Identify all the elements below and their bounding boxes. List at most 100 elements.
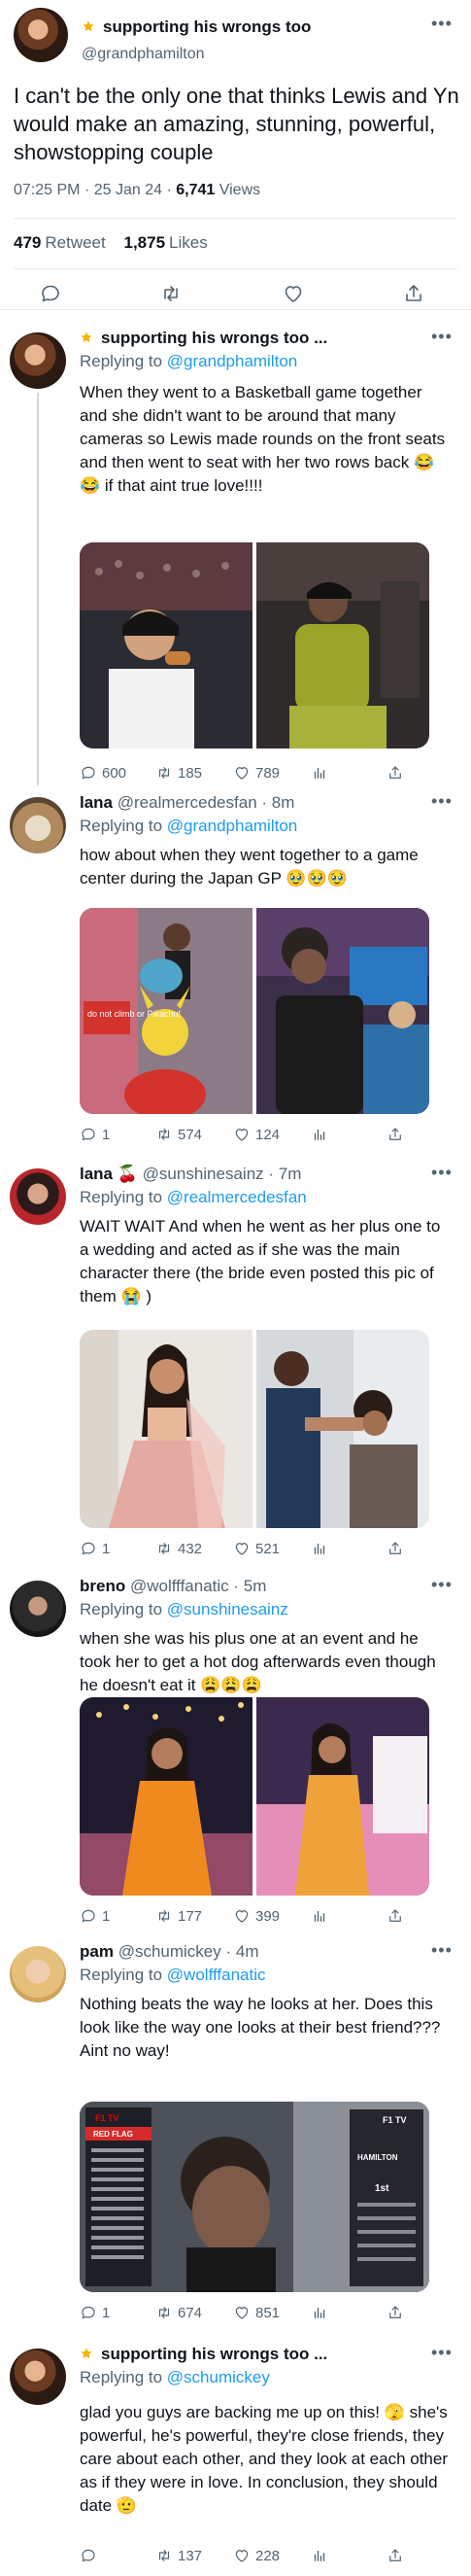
avatar[interactable] xyxy=(14,8,68,62)
mention-link[interactable]: @realmercedesfan xyxy=(167,1188,307,1206)
more-options-icon[interactable]: ••• xyxy=(431,1575,453,1595)
analytics-button[interactable] xyxy=(311,2547,328,2564)
reply-header[interactable]: lana @realmercedesfan · 8m xyxy=(80,793,294,813)
avatar[interactable] xyxy=(10,332,66,389)
photo-wedding-guest[interactable] xyxy=(80,1330,252,1528)
media-gallery[interactable] xyxy=(80,1697,429,1896)
likes-stat[interactable]: 1,875 Likes xyxy=(123,233,207,252)
tweet-date[interactable]: 25 Jan 24 xyxy=(94,182,162,198)
analytics-button[interactable] xyxy=(311,1540,328,1557)
mention-link[interactable]: @wolfffanatic xyxy=(167,1966,266,1984)
heart-icon[interactable] xyxy=(282,282,305,305)
analytics-button[interactable] xyxy=(311,1907,328,1925)
reply-header[interactable]: supporting his wrongs too ... xyxy=(80,329,327,348)
display-name: pam xyxy=(80,1942,114,1961)
more-options-icon[interactable]: ••• xyxy=(431,327,453,347)
like-button[interactable]: 851 xyxy=(233,2304,280,2321)
reply-button[interactable]: 600 xyxy=(80,764,126,782)
reply-tweet: breno @wolfffanatic · 5m ••• Replying to… xyxy=(0,1575,471,1927)
mention-link[interactable]: @grandphamilton xyxy=(167,817,297,835)
share-button[interactable] xyxy=(387,1540,404,1557)
like-button[interactable]: 789 xyxy=(233,764,280,782)
share-button[interactable] xyxy=(387,1907,404,1925)
retweet-button[interactable]: 574 xyxy=(155,1126,202,1143)
media-gallery[interactable]: do not climb or Pikachu! xyxy=(80,908,429,1114)
share-icon[interactable] xyxy=(402,282,425,305)
share-icon xyxy=(387,2547,404,2564)
analytics-button[interactable] xyxy=(311,764,328,782)
avatar[interactable] xyxy=(10,2349,66,2405)
reply-header[interactable]: breno @wolfffanatic · 5m xyxy=(80,1577,266,1596)
more-options-icon[interactable]: ••• xyxy=(431,1163,453,1183)
comment-count: 1 xyxy=(102,1540,111,1557)
reply-button[interactable]: 1 xyxy=(80,1540,110,1557)
reply-header[interactable]: lana 🍒 @sunshinesainz · 7m xyxy=(80,1165,301,1184)
reply-header[interactable]: supporting his wrongs too ... xyxy=(80,2345,327,2364)
reply-tweet: supporting his wrongs too ... ••• Replyi… xyxy=(0,327,471,785)
mention-link[interactable]: @grandphamilton xyxy=(167,352,297,370)
tweet-time[interactable]: 07:25 PM xyxy=(14,182,80,198)
display-name: supporting his wrongs too ... xyxy=(101,2345,328,2363)
share-button[interactable] xyxy=(387,1126,404,1143)
mention-link[interactable]: @sunshinesainz xyxy=(167,1600,288,1619)
more-options-icon[interactable]: ••• xyxy=(431,791,453,812)
author-handle[interactable]: @grandphamilton xyxy=(82,46,205,63)
star-icon xyxy=(80,331,93,344)
share-button[interactable] xyxy=(387,2304,404,2321)
analytics-button[interactable] xyxy=(311,2304,328,2321)
retweet-button[interactable]: 137 xyxy=(155,2547,202,2564)
analytics-button[interactable] xyxy=(311,1126,328,1143)
retweet-icon xyxy=(155,1907,173,1925)
media-gallery[interactable] xyxy=(80,1330,429,1528)
replying-to: Replying to @schumickey xyxy=(80,2368,270,2387)
like-button[interactable]: 399 xyxy=(233,1907,280,1925)
photo-arcade[interactable] xyxy=(256,908,429,1114)
like-button[interactable]: 521 xyxy=(233,1540,280,1557)
analytics-icon xyxy=(311,1907,328,1925)
heart-icon xyxy=(233,1126,251,1143)
mention-link[interactable]: @schumickey xyxy=(167,2368,270,2386)
more-options-icon[interactable]: ••• xyxy=(431,14,453,34)
retweet-button[interactable]: 185 xyxy=(155,764,202,782)
avatar[interactable] xyxy=(10,797,66,853)
more-options-icon[interactable]: ••• xyxy=(431,2343,453,2363)
reply-tweet: pam @schumickey · 4m ••• Replying to @wo… xyxy=(0,1940,471,2329)
share-button[interactable] xyxy=(387,2547,404,2564)
photo-wedding-pair[interactable] xyxy=(256,1330,429,1528)
reply-button[interactable]: 1 xyxy=(80,1907,110,1925)
photo-event-night[interactable] xyxy=(80,1697,252,1896)
more-options-icon[interactable]: ••• xyxy=(431,1940,453,1961)
avatar[interactable] xyxy=(10,1581,66,1637)
photo-f1-broadcast[interactable]: F1 TV RED FLAG F1 TV HAMILTON 1st xyxy=(80,2102,429,2292)
share-icon xyxy=(387,1126,404,1143)
display-name: supporting his wrongs too xyxy=(103,17,312,36)
reply-button[interactable]: 1 xyxy=(80,1126,110,1143)
media-gallery[interactable] xyxy=(80,542,429,748)
retweet-button[interactable]: 432 xyxy=(155,1540,202,1557)
retweet-icon[interactable] xyxy=(159,282,183,305)
author-name[interactable]: supporting his wrongs too xyxy=(82,17,311,37)
like-button[interactable]: 228 xyxy=(233,2547,280,2564)
handle-time: @realmercedesfan · 8m xyxy=(117,793,295,812)
like-button[interactable]: 124 xyxy=(233,1126,280,1143)
retweet-button[interactable]: 674 xyxy=(155,2304,202,2321)
share-button[interactable] xyxy=(387,764,404,782)
avatar[interactable] xyxy=(10,1168,66,1225)
retweets-label: Retweet xyxy=(45,233,106,252)
media-gallery[interactable]: F1 TV RED FLAG F1 TV HAMILTON 1st xyxy=(80,2102,429,2292)
photo-basketball-game[interactable] xyxy=(80,542,252,748)
comment-icon[interactable] xyxy=(39,282,62,305)
avatar[interactable] xyxy=(10,1946,66,2002)
reply-header[interactable]: pam @schumickey · 4m xyxy=(80,1942,259,1962)
retweet-count: 574 xyxy=(178,1126,203,1143)
retweets-stat[interactable]: 479 Retweet xyxy=(14,233,106,252)
like-count: 228 xyxy=(255,2547,281,2564)
photo-hot-dog-stand[interactable] xyxy=(256,1697,429,1896)
reply-button[interactable] xyxy=(80,2547,102,2564)
reply-button[interactable]: 1 xyxy=(80,2304,110,2321)
photo-courtside[interactable] xyxy=(256,542,429,748)
retweet-button[interactable]: 177 xyxy=(155,1907,202,1925)
share-icon xyxy=(387,1540,404,1557)
retweet-count: 137 xyxy=(178,2547,203,2564)
photo-game-center[interactable]: do not climb or Pikachu! xyxy=(80,908,252,1114)
